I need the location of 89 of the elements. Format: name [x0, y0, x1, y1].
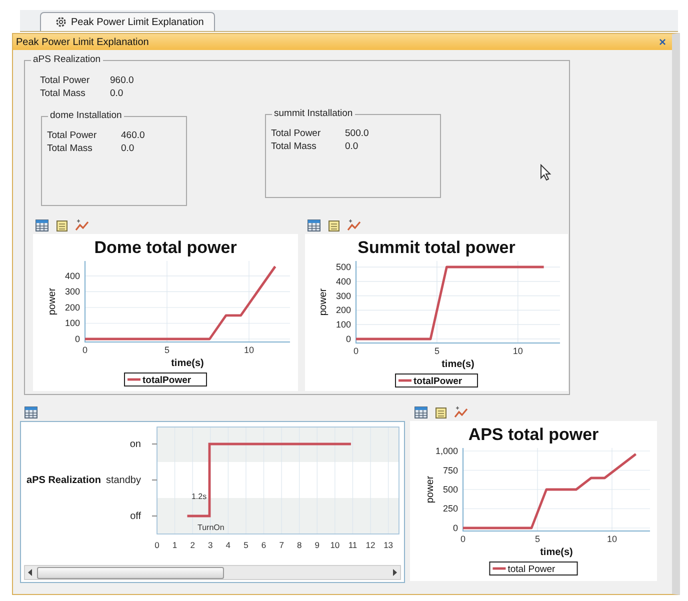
- tick-label: 500: [336, 262, 351, 272]
- lane-label: aPS Realization: [26, 475, 101, 486]
- close-button[interactable]: ×: [658, 35, 666, 49]
- property-value: 460.0: [121, 130, 146, 142]
- chart-title: APS total power: [468, 425, 599, 444]
- axis-label: time(s): [442, 359, 474, 370]
- legend-swatch: [128, 378, 140, 381]
- tick-label: 0: [82, 345, 88, 355]
- legend-swatch: [398, 379, 412, 382]
- legend-label: totalPower: [414, 376, 462, 387]
- tick-label: 0: [460, 534, 466, 544]
- tick-label: 13: [384, 540, 394, 550]
- table-icon[interactable]: [35, 219, 49, 232]
- table-icon[interactable]: [414, 406, 428, 418]
- axis-label: power: [47, 288, 58, 316]
- tick-label: 6: [261, 540, 266, 550]
- tick-label: 10: [607, 534, 617, 544]
- property-label: Total Power: [47, 130, 98, 142]
- tick-label: 4: [226, 540, 231, 550]
- tick-label: 300: [64, 286, 80, 297]
- tick-label: 5: [434, 346, 440, 356]
- table-icon[interactable]: [307, 219, 321, 232]
- legend-label: totalPower: [142, 375, 192, 386]
- document-tab[interactable]: Peak Power Limit Explanation: [40, 12, 215, 31]
- property-label: Total Mass: [47, 143, 94, 155]
- chart-title: Summit total power: [358, 238, 516, 257]
- tick-label: 2: [190, 540, 195, 550]
- tick-label: 1: [172, 540, 178, 550]
- tick-label: 3: [208, 540, 213, 550]
- table-icon[interactable]: [24, 406, 38, 418]
- horizontal-scrollbar[interactable]: [24, 565, 401, 580]
- legend-swatch: [492, 567, 506, 570]
- tick-label: 400: [336, 276, 351, 286]
- tick-label: 100: [336, 320, 351, 330]
- property-label: Total Power: [271, 128, 322, 140]
- line-chart-icon[interactable]: [75, 219, 89, 232]
- tick-label: 0: [346, 334, 351, 344]
- chart-title: Dome total power: [94, 238, 237, 257]
- tick-label: 12: [366, 540, 376, 550]
- tick-label: 750: [442, 465, 458, 476]
- tick-label: 5: [244, 540, 248, 550]
- tick-label: 500: [442, 484, 458, 494]
- tick-label: 10: [512, 346, 523, 356]
- annotation-label: 1.2s: [192, 492, 207, 501]
- mouse-pointer-icon: [540, 164, 552, 181]
- state-label: standby: [106, 475, 141, 486]
- property-value: 500.0: [345, 128, 370, 140]
- tick-label: 0: [354, 346, 358, 356]
- property-label: Total Mass: [40, 88, 86, 100]
- legend-label: total Power: [508, 564, 556, 575]
- panel-title: Peak Power Limit Explanation: [16, 36, 149, 48]
- axis-label: power: [425, 476, 436, 504]
- tick-label: 0: [452, 523, 458, 533]
- tick-label: 250: [442, 504, 458, 514]
- property-value: 0.0: [345, 141, 360, 153]
- tick-label: 0: [154, 540, 160, 550]
- tick-label: 100: [64, 318, 80, 328]
- scrollbar-thumb[interactable]: [37, 566, 224, 578]
- annotation-label: TurnOn: [198, 523, 224, 532]
- tick-label: 200: [64, 302, 80, 312]
- tick-label: 10: [330, 540, 340, 550]
- tick-label: 5: [535, 534, 540, 544]
- tick-label: 5: [164, 345, 170, 355]
- gear-icon: [55, 16, 67, 28]
- property-value: 0.0: [110, 88, 124, 100]
- tick-label: 11: [348, 540, 358, 550]
- tick-label: 400: [64, 270, 80, 281]
- tick-label: 0: [74, 334, 80, 344]
- line-chart-icon[interactable]: [347, 219, 361, 232]
- document-icon[interactable]: [55, 219, 69, 232]
- line-chart-icon[interactable]: [454, 406, 468, 418]
- axis-label: power: [318, 288, 329, 316]
- tick-label: 9: [314, 540, 320, 550]
- axis-label: time(s): [540, 547, 573, 558]
- tick-label: 7: [279, 540, 284, 550]
- tick-label: 1,000: [435, 446, 458, 456]
- document-icon[interactable]: [327, 219, 341, 232]
- tick-label: 300: [336, 290, 351, 301]
- tick-label: 200: [336, 305, 351, 316]
- property-label: Total Mass: [271, 141, 318, 153]
- property-value: 960.0: [110, 75, 135, 87]
- property-label: Total Power: [40, 75, 91, 87]
- state-label: off: [130, 511, 141, 522]
- tick-label: 10: [244, 345, 254, 355]
- document-icon[interactable]: [434, 406, 448, 418]
- tick-label: 8: [296, 540, 302, 550]
- property-value: 0.0: [121, 143, 136, 155]
- axis-label: time(s): [171, 358, 204, 369]
- state-label: on: [130, 439, 141, 450]
